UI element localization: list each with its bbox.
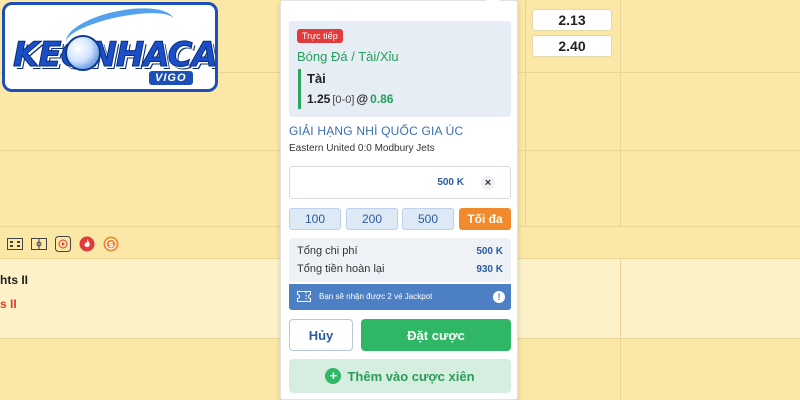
add-to-parlay-label: Thêm vào cược xiên (347, 368, 475, 384)
quick-stake-500-button[interactable]: 500 (402, 208, 454, 230)
handicap-value: 1.25 (307, 92, 331, 106)
svg-text:$: $ (108, 240, 114, 249)
grid-line (620, 258, 621, 400)
play-icon[interactable] (54, 235, 72, 253)
ticket-icon (297, 291, 311, 305)
plus-icon: + (325, 368, 342, 384)
match-icons: $ (6, 235, 120, 253)
add-to-parlay-button[interactable]: + Thêm vào cược xiên (289, 359, 511, 393)
quick-stake-200-button[interactable]: 200 (346, 208, 398, 230)
coin-icon[interactable]: $ (102, 235, 120, 253)
logo-subtext: VIGO (149, 71, 193, 85)
cancel-button[interactable]: Hủy (289, 319, 353, 351)
max-stake-button[interactable]: Tối đa (459, 208, 511, 230)
stake-value: 500 K (437, 177, 464, 188)
pick-indicator (298, 69, 301, 109)
popup-arrow (484, 0, 502, 10)
stake-input[interactable]: 500 K × (289, 166, 511, 199)
total-return-value: 930 K (476, 264, 503, 275)
odds-cell[interactable]: 2.13 (532, 9, 612, 31)
market-name: Bóng Đá / Tài/Xỉu (297, 49, 399, 64)
away-team-name[interactable]: s II (0, 297, 17, 311)
info-icon[interactable]: ! (493, 291, 505, 303)
total-cost-value: 500 K (476, 246, 503, 257)
quick-stake-100-button[interactable]: 100 (289, 208, 341, 230)
field-icon[interactable] (30, 235, 48, 253)
pick-name: Tài (307, 71, 326, 86)
grid-line (620, 0, 621, 226)
total-cost-label: Tổng chi phí (297, 245, 358, 257)
place-bet-button[interactable]: Đặt cược (361, 319, 511, 351)
scoreboard-icon[interactable] (6, 235, 24, 253)
at-symbol: @ (356, 92, 369, 106)
match-info: Eastern United 0:0 Modbury Jets (289, 143, 435, 154)
selection-card: Trực tiếp Bóng Đá / Tài/Xỉu Tài 1.25 [0-… (289, 21, 511, 117)
odds-cell[interactable]: 2.40 (532, 35, 612, 57)
jackpot-text: Bạn sẽ nhận được 2 vé Jackpot (319, 292, 433, 301)
odds-value: 0.86 (370, 92, 394, 106)
bet-slip-popup: Trực tiếp Bóng Đá / Tài/Xỉu Tài 1.25 [0-… (280, 0, 518, 400)
pick-line: 1.25 [0-0] @ 0.86 (307, 92, 393, 106)
current-score: [0-0] (332, 94, 355, 106)
quick-stake-row: 100 200 500 Tối đa (289, 208, 511, 230)
home-team-name[interactable]: hts II (0, 273, 28, 287)
fire-icon[interactable] (78, 235, 96, 253)
logo-brand-text: KEONHACAI (13, 35, 218, 76)
league-name: GIẢI HẠNG NHÌ QUỐC GIA ÚC (289, 124, 464, 138)
clear-stake-button[interactable]: × (481, 176, 495, 190)
live-badge: Trực tiếp (297, 29, 343, 43)
bet-summary: Tổng chi phí 500 K Tổng tiền hoàn lại 93… (289, 238, 511, 282)
site-logo[interactable]: KEONHACAI VIGO (2, 2, 218, 92)
logo-ball-icon (65, 35, 101, 71)
jackpot-notice: Bạn sẽ nhận được 2 vé Jackpot ! (289, 284, 511, 310)
total-return-label: Tổng tiền hoàn lại (297, 263, 385, 275)
grid-line (525, 0, 526, 226)
